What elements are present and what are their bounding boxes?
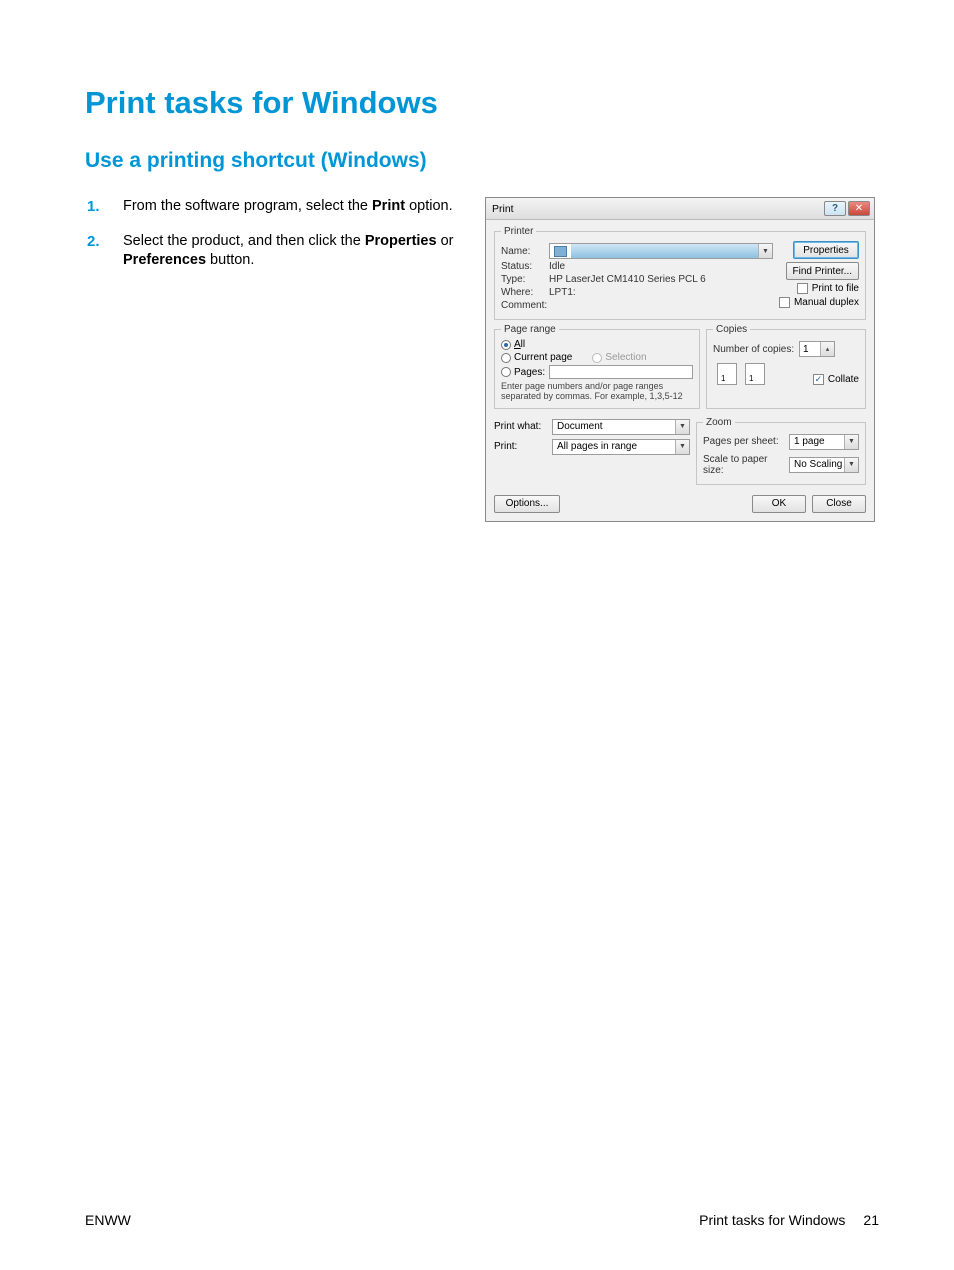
step-1: From the software program, select the Pr… — [85, 197, 455, 216]
scale-value: No Scaling — [794, 459, 842, 470]
radio-all[interactable]: AAllll — [501, 339, 693, 350]
step-list: From the software program, select the Pr… — [85, 197, 455, 270]
step-bold: Properties — [365, 233, 437, 249]
radio-pages[interactable]: Pages: — [501, 367, 545, 378]
type-label: Type: — [501, 274, 549, 285]
page-number: 21 — [863, 1212, 879, 1228]
page-range-hint: Enter page numbers and/or page ranges se… — [501, 381, 693, 402]
zoom-group: Zoom Pages per sheet: 1 page ▼ Scale to p… — [696, 417, 866, 485]
page-footer: ENWW Print tasks for Windows 21 — [85, 1212, 879, 1228]
printer-group: Printer Name: ▼ Status:Idl — [494, 226, 866, 320]
collate-label: Collate — [828, 374, 859, 385]
options-button[interactable]: Options... — [494, 495, 560, 513]
page-range-legend: Page range — [501, 324, 559, 335]
chevron-down-icon: ▼ — [844, 458, 858, 472]
footer-right: Print tasks for Windows — [699, 1212, 845, 1228]
print-what-combo[interactable]: Document ▼ — [552, 419, 690, 435]
pages-input[interactable] — [549, 365, 693, 379]
status-value: Idle — [549, 261, 773, 272]
print-to-file-checkbox[interactable]: Print to file — [797, 283, 859, 294]
step-bold: Preferences — [123, 252, 206, 268]
radio-all-label: AAllll — [514, 339, 525, 350]
step-bold: Print — [372, 198, 405, 214]
where-value: LPT1: — [549, 287, 773, 298]
help-button[interactable]: ? — [824, 201, 846, 216]
print-to-file-label: Print to file — [812, 283, 859, 294]
footer-left: ENWW — [85, 1212, 131, 1228]
num-copies-spinner[interactable]: 1▴ — [799, 341, 835, 357]
chevron-down-icon: ▼ — [758, 244, 772, 258]
scale-label: Scale to paper size: — [703, 454, 789, 476]
print-dialog: Print ? ✕ Printer Name: — [485, 197, 875, 522]
step-text: option. — [405, 198, 453, 214]
num-copies-value: 1 — [803, 344, 809, 355]
type-value: HP LaserJet CM1410 Series PCL 6 — [549, 274, 773, 285]
scale-combo[interactable]: No Scaling▼ — [789, 457, 859, 473]
print-range-value: All pages in range — [557, 441, 637, 452]
close-button[interactable]: Close — [812, 495, 866, 513]
printer-icon — [554, 246, 567, 257]
print-what-label: Print what: — [494, 421, 552, 432]
name-label: Name: — [501, 246, 549, 257]
status-label: Status: — [501, 261, 549, 272]
properties-button[interactable]: Properties — [793, 241, 859, 259]
pps-value: 1 page — [794, 436, 825, 447]
print-label: Print: — [494, 441, 552, 452]
zoom-legend: Zoom — [703, 417, 735, 428]
step-text: From the software program, select the — [123, 198, 372, 214]
num-copies-label: Number of copies: — [713, 344, 799, 355]
print-range-combo[interactable]: All pages in range ▼ — [552, 439, 690, 455]
page-range-group: Page range AAllll Current page Selection… — [494, 324, 700, 409]
radio-current-page[interactable]: Current page — [501, 352, 572, 363]
copies-group: Copies Number of copies: 1▴ 1 1 ✓Collate — [706, 324, 866, 409]
dialog-title: Print — [492, 203, 822, 215]
collate-icon: 1 — [745, 363, 765, 385]
spinner-arrows-icon: ▴ — [820, 342, 834, 356]
manual-duplex-checkbox[interactable]: Manual duplex — [779, 297, 859, 308]
chevron-down-icon: ▼ — [844, 435, 858, 449]
section-title: Use a printing shortcut (Windows) — [85, 149, 879, 173]
step-text: or — [437, 233, 454, 249]
printer-legend: Printer — [501, 226, 536, 237]
where-label: Where: — [501, 287, 549, 298]
print-what-value: Document — [557, 421, 603, 432]
step-text: button. — [206, 252, 254, 268]
page-title: Print tasks for Windows — [85, 85, 879, 121]
radio-pages-label: Pages: — [514, 367, 545, 378]
copies-legend: Copies — [713, 324, 750, 335]
radio-current-label: Current page — [514, 352, 572, 363]
find-printer-button[interactable]: Find Printer... — [786, 262, 859, 280]
collate-icon: 1 — [717, 363, 737, 385]
pages-per-sheet-combo[interactable]: 1 page ▼ — [789, 434, 859, 450]
radio-selection: Selection — [592, 352, 646, 363]
chevron-down-icon: ▼ — [675, 440, 689, 454]
ok-button[interactable]: OK — [752, 495, 806, 513]
step-2: Select the product, and then click the P… — [85, 232, 455, 270]
collate-checkbox[interactable]: ✓Collate — [813, 374, 859, 385]
comment-label: Comment: — [501, 300, 549, 311]
pps-label: Pages per sheet: — [703, 436, 789, 447]
close-window-button[interactable]: ✕ — [848, 201, 870, 216]
chevron-down-icon: ▼ — [675, 420, 689, 434]
printer-name-combo[interactable]: ▼ — [549, 243, 773, 259]
step-text: Select the product, and then click the — [123, 233, 365, 249]
manual-duplex-label: Manual duplex — [794, 297, 859, 308]
dialog-titlebar: Print ? ✕ — [486, 198, 874, 220]
radio-selection-label: Selection — [605, 352, 646, 363]
